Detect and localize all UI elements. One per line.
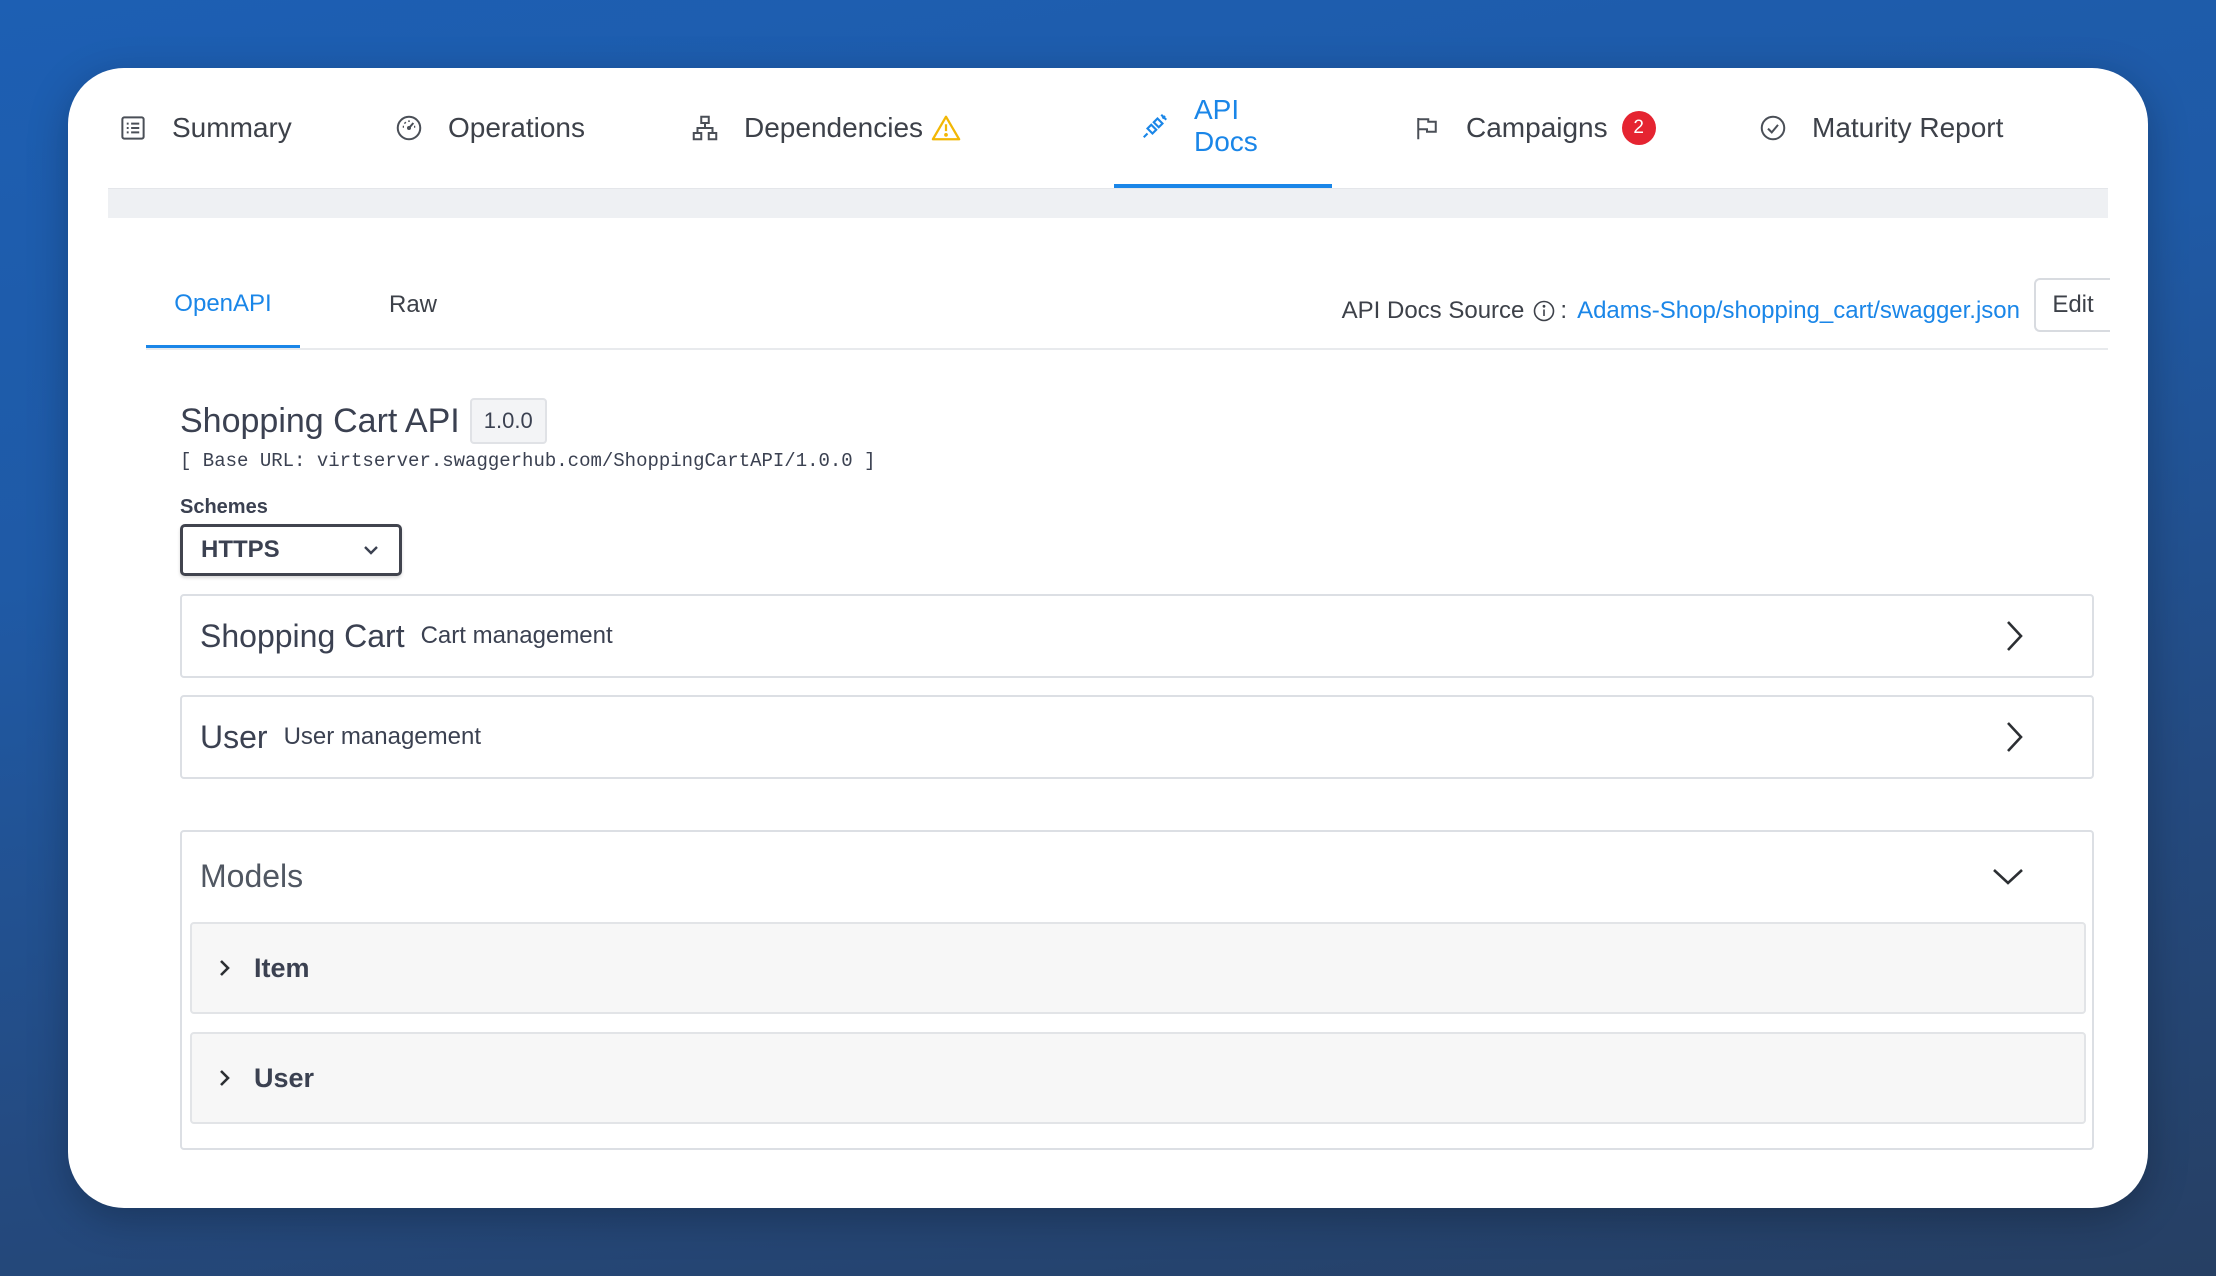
version-badge: 1.0.0: [469, 398, 547, 444]
chevron-right-icon: [218, 958, 232, 978]
gauge-icon: [394, 113, 424, 143]
tab-openapi[interactable]: OpenAPI: [146, 262, 300, 348]
api-title: Shopping Cart API: [180, 401, 460, 440]
schemes-label: Schemes: [180, 496, 268, 518]
tab-label: Campaigns: [1466, 112, 1608, 143]
tabs-divider-band: [108, 189, 2108, 218]
app-window: Summary Operations Dependencies API Docs…: [68, 68, 2148, 1208]
models-header[interactable]: Models: [182, 832, 2092, 920]
tab-summary[interactable]: Summary: [118, 68, 292, 188]
campaigns-count-badge: 2: [1621, 111, 1656, 145]
edit-button[interactable]: Edit: [2034, 278, 2110, 332]
tab-label: Summary: [172, 112, 292, 143]
tab-operations[interactable]: Operations: [394, 68, 585, 188]
tag-description: User management: [283, 723, 481, 750]
tag-user[interactable]: User User management: [180, 695, 2094, 779]
main-tabs: Summary Operations Dependencies API Docs…: [108, 68, 2108, 190]
schemes-selected-value: HTTPS: [201, 536, 280, 563]
schemes-select[interactable]: HTTPS: [180, 524, 402, 576]
docs-view-tabs: OpenAPI Raw API Docs Source : Adams-Shop…: [146, 262, 2110, 350]
plug-icon: [1140, 111, 1170, 141]
hierarchy-icon: [690, 113, 720, 143]
tab-label: Operations: [448, 112, 585, 143]
chevron-right-icon: [2002, 719, 2026, 755]
info-icon[interactable]: [1532, 299, 1556, 323]
tag-shopping-cart[interactable]: Shopping Cart Cart management: [180, 594, 2094, 678]
tab-raw[interactable]: Raw: [368, 262, 458, 348]
tag-name: Shopping Cart: [200, 617, 405, 654]
model-item[interactable]: Item: [190, 922, 2086, 1014]
model-name: User: [254, 1062, 315, 1093]
chevron-down-icon: [1990, 864, 2026, 888]
source-separator: :: [1560, 297, 1568, 324]
warning-icon: [931, 113, 961, 143]
tab-label: Dependencies: [744, 112, 924, 143]
model-user[interactable]: User: [190, 1032, 2086, 1124]
tab-api-docs[interactable]: API Docs: [1114, 68, 1332, 188]
model-name: Item: [254, 952, 310, 983]
tab-dependencies[interactable]: Dependencies: [690, 68, 961, 188]
tab-label: OpenAPI: [174, 289, 272, 317]
tab-label: Maturity Report: [1812, 112, 2004, 143]
chevron-right-icon: [218, 1068, 232, 1088]
tab-label: Raw: [388, 291, 437, 318]
tab-campaigns[interactable]: Campaigns 2: [1412, 68, 1656, 188]
tab-label: API Docs: [1194, 94, 1258, 157]
flag-icon: [1412, 113, 1442, 143]
base-url: [ Base URL: virtserver.swaggerhub.com/Sh…: [180, 450, 876, 472]
tab-maturity-report[interactable]: Maturity Report: [1758, 68, 2003, 188]
tag-description: Cart management: [420, 622, 613, 649]
check-circle-icon: [1758, 113, 1788, 143]
chevron-down-icon: [361, 540, 381, 560]
source-link[interactable]: Adams-Shop/shopping_cart/swagger.json: [1577, 297, 2020, 325]
chevron-right-icon: [2002, 618, 2026, 654]
models-title: Models: [200, 857, 304, 894]
source-label: API Docs Source: [1341, 297, 1525, 324]
api-docs-source: API Docs Source : Adams-Shop/shopping_ca…: [1342, 262, 2020, 348]
tag-name: User: [200, 718, 268, 755]
api-title-block: Shopping Cart API 1.0.0: [180, 398, 547, 444]
list-icon: [118, 113, 148, 143]
models-section: Models Item User: [180, 830, 2094, 1150]
